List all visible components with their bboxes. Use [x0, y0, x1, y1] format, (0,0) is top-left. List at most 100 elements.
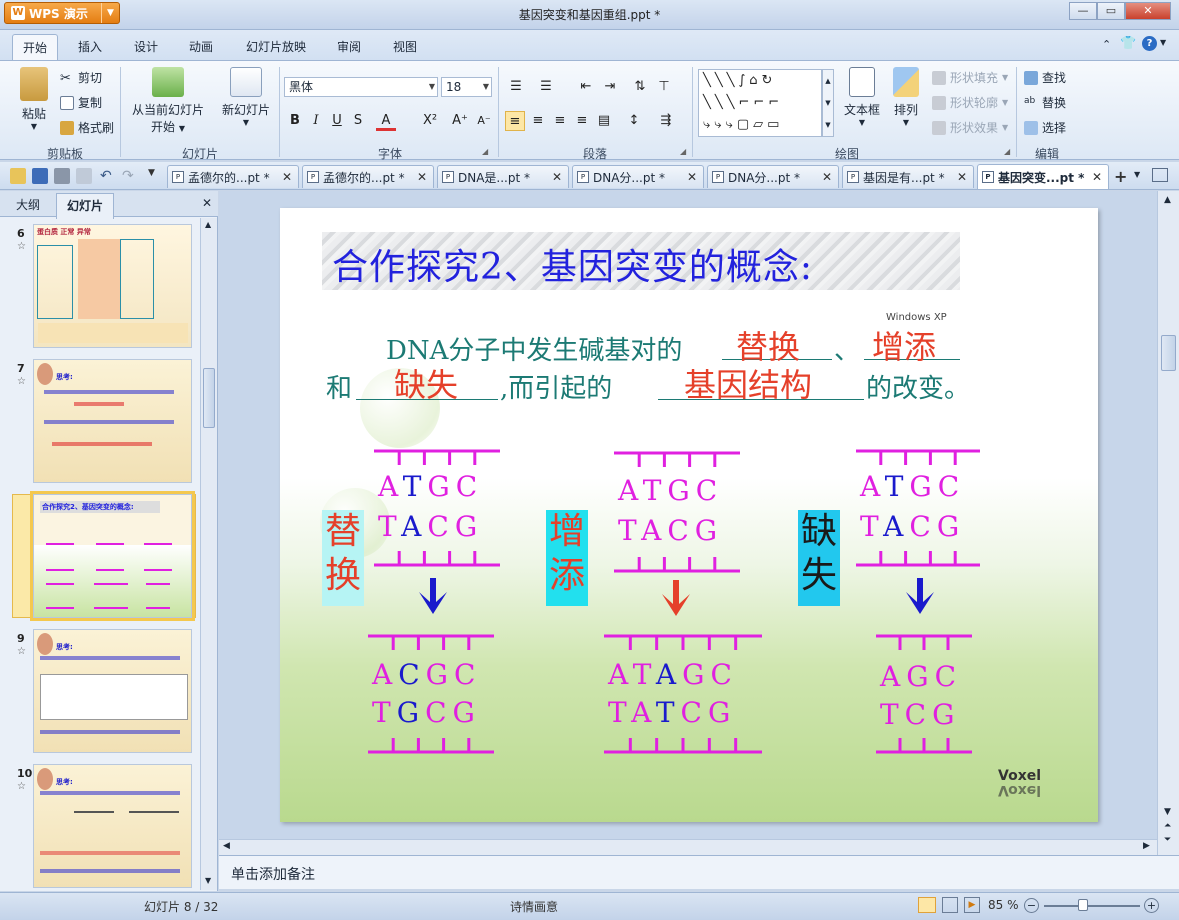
bold-icon[interactable]: B	[285, 111, 305, 131]
increase-indent-icon[interactable]: ⇥	[600, 77, 620, 97]
normal-view-icon[interactable]	[918, 897, 936, 913]
close-tab-icon[interactable]: ✕	[1092, 170, 1102, 184]
align-text-icon[interactable]: ⊤	[654, 77, 674, 97]
play-from-current-button[interactable]: 从当前幻灯片 开始 ▼	[128, 67, 208, 135]
scroll-up-icon[interactable]: ▲	[1164, 195, 1171, 205]
doc-tab[interactable]: P DNA分...pt * ✕	[707, 165, 839, 188]
shapes-gallery[interactable]: ╲╲╲∫⌂↻ ╲╲╲⌐⌐⌐ ⤷⤷⤷▢▱▭	[698, 69, 822, 137]
scroll-up-icon[interactable]: ▲	[205, 220, 211, 229]
font-dialog-icon[interactable]: ◢	[482, 147, 488, 156]
columns-icon[interactable]: ⇶	[656, 111, 676, 131]
select-button[interactable]: 选择	[1024, 119, 1066, 136]
scroll-left-icon[interactable]: ◀	[223, 841, 230, 851]
minimize-button[interactable]: —	[1069, 2, 1097, 20]
slide-thumbnail[interactable]: 思考:	[33, 764, 192, 888]
align-center-icon[interactable]: ≡	[528, 111, 548, 131]
tab-slides[interactable]: 幻灯片	[56, 193, 115, 219]
panel-scrollbar[interactable]: ▲ ▼	[200, 218, 217, 890]
print-icon[interactable]	[54, 168, 70, 184]
font-name-combo[interactable]: 黑体 ▼	[284, 77, 438, 97]
shape-effect-button[interactable]: 形状效果 ▼	[932, 119, 1008, 136]
arrange-button[interactable]: 排列 ▼	[888, 67, 924, 127]
drawing-dialog-icon[interactable]: ◢	[1004, 147, 1010, 156]
text-direction-icon[interactable]: ⇅	[630, 77, 650, 97]
collapse-ribbon-icon[interactable]: ⌃	[1102, 38, 1111, 51]
close-tab-icon[interactable]: ✕	[687, 170, 697, 184]
find-button[interactable]: 查找	[1024, 69, 1066, 86]
tab-outline[interactable]: 大纲	[16, 196, 40, 213]
font-color-icon[interactable]: A	[376, 111, 396, 131]
tab-design[interactable]: 设计	[134, 38, 158, 55]
notes-pane[interactable]: 单击添加备注	[219, 855, 1179, 889]
paragraph-dialog-icon[interactable]: ◢	[680, 147, 686, 156]
slide[interactable]: 合作探究2、基因突变的概念: Windows XP DNA分子中发生碱基对的 替…	[280, 208, 1098, 822]
close-tab-icon[interactable]: ✕	[957, 170, 967, 184]
superscript-icon[interactable]: X²	[420, 111, 440, 131]
doc-tab[interactable]: P 孟德尔的...pt * ✕	[167, 165, 299, 188]
panel-scroll-thumb[interactable]	[203, 368, 215, 428]
cut-button[interactable]: ✂ 剪切	[60, 69, 102, 86]
replace-button[interactable]: ab 替换	[1024, 94, 1066, 111]
customize-qat-icon[interactable]: ▼	[148, 168, 164, 184]
tab-insert[interactable]: 插入	[78, 38, 102, 55]
underline-icon[interactable]: U	[327, 111, 347, 131]
tab-home[interactable]: 开始	[12, 34, 59, 62]
bullets-icon[interactable]: ☰	[506, 77, 526, 97]
save-icon[interactable]	[32, 168, 48, 184]
redo-icon[interactable]: ↷	[122, 168, 138, 184]
decrease-indent-icon[interactable]: ⇤	[576, 77, 596, 97]
tab-review[interactable]: 审阅	[337, 38, 361, 55]
doc-tab[interactable]: P DNA分...pt * ✕	[572, 165, 704, 188]
textbox-button[interactable]: 文本框 ▼	[840, 67, 884, 127]
shapes-gallery-scroll[interactable]: ▲ ▼ ▼	[822, 69, 834, 137]
slide-thumbnail[interactable]: 蛋白质 正常 异常	[33, 224, 192, 348]
copy-button[interactable]: 复制	[60, 94, 102, 111]
canvas-scroll-thumb[interactable]	[1161, 335, 1176, 371]
shape-outline-button[interactable]: 形状轮廓 ▼	[932, 94, 1008, 111]
font-size-combo[interactable]: 18 ▼	[441, 77, 492, 97]
slide-thumbnail[interactable]: 思考:	[33, 359, 192, 483]
scroll-down-icon[interactable]: ▼	[205, 876, 211, 885]
slideshow-view-icon[interactable]: ▶	[964, 897, 980, 913]
align-right-icon[interactable]: ≡	[550, 111, 570, 131]
scroll-right-icon[interactable]: ▶	[1143, 841, 1150, 851]
close-tab-icon[interactable]: ✕	[552, 170, 562, 184]
zoom-slider[interactable]	[1044, 905, 1140, 907]
scroll-down-icon[interactable]: ▼	[1164, 807, 1171, 817]
restore-button[interactable]: ▭	[1097, 2, 1125, 20]
tab-view[interactable]: 视图	[393, 38, 417, 55]
doc-tab[interactable]: P 基因是有...pt * ✕	[842, 165, 974, 188]
window-mode-icon[interactable]	[1152, 168, 1168, 182]
doc-tab[interactable]: P 孟德尔的...pt * ✕	[302, 165, 434, 188]
numbering-icon[interactable]: ☰	[536, 77, 556, 97]
line-spacing-icon[interactable]: ↕	[624, 111, 644, 131]
align-left-icon[interactable]: ≡	[505, 111, 525, 131]
zoom-out-icon[interactable]: −	[1024, 898, 1039, 913]
paste-button[interactable]: 粘贴 ▼	[14, 67, 54, 131]
strikethrough-icon[interactable]: S	[348, 111, 368, 131]
canvas-vertical-scrollbar[interactable]: ▲ ▼ ⏶ ⏷	[1157, 191, 1179, 855]
next-slide-icon[interactable]: ⏷	[1164, 835, 1171, 845]
new-tab-icon[interactable]: +	[1114, 167, 1127, 186]
undo-icon[interactable]: ↶	[100, 168, 116, 184]
distribute-icon[interactable]: ▤	[594, 111, 614, 131]
zoom-slider-handle[interactable]	[1078, 899, 1088, 911]
shrink-font-icon[interactable]: A⁻	[474, 111, 494, 131]
close-tab-icon[interactable]: ✕	[822, 170, 832, 184]
help-icon[interactable]: ?	[1142, 36, 1157, 51]
doc-tab[interactable]: P DNA是...pt * ✕	[437, 165, 569, 188]
tab-animation[interactable]: 动画	[189, 38, 213, 55]
sorter-view-icon[interactable]	[942, 897, 958, 913]
print-preview-icon[interactable]	[76, 168, 92, 184]
prev-slide-icon[interactable]: ⏶	[1164, 821, 1171, 831]
slide-thumbnail[interactable]: 思考:	[33, 629, 192, 753]
justify-icon[interactable]: ≡	[572, 111, 592, 131]
close-window-button[interactable]: ✕	[1125, 2, 1171, 20]
slide-thumbnail-selected[interactable]: 合作探究2、基因突变的概念:	[30, 491, 195, 621]
zoom-in-icon[interactable]: +	[1144, 898, 1159, 913]
format-painter-button[interactable]: 格式刷	[60, 119, 114, 136]
shape-fill-button[interactable]: 形状填充 ▼	[932, 69, 1008, 86]
grow-font-icon[interactable]: A⁺	[450, 111, 470, 131]
tab-slideshow[interactable]: 幻灯片放映	[246, 38, 306, 55]
help-dropdown-icon[interactable]: ▼	[1160, 38, 1166, 47]
